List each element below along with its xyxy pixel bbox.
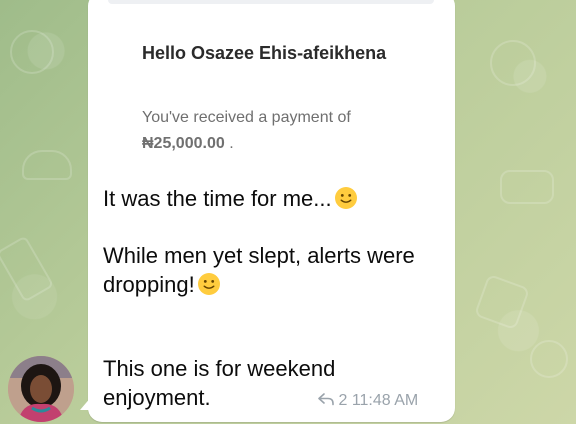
- message-bubble-tail: [80, 396, 92, 410]
- slightly-smiling-face-icon: [197, 273, 220, 295]
- doodle-cake-icon: [22, 150, 72, 180]
- message-line: It was the time for me...: [103, 184, 358, 213]
- doodle-pencil-icon: [0, 235, 55, 303]
- slightly-smiling-face-icon: [334, 187, 357, 209]
- doodle-car-icon: [500, 170, 554, 204]
- payment-amount-suffix: .: [229, 135, 234, 152]
- message-text: It was the time for me...: [103, 186, 332, 211]
- replies-indicator[interactable]: 2: [318, 392, 347, 409]
- sender-avatar[interactable]: [8, 356, 74, 422]
- email-greeting: Hello Osazee Ehis-afeikhena: [142, 43, 387, 63]
- doodle-balloon-icon: [10, 30, 54, 74]
- doodle-flower-icon: [490, 40, 536, 86]
- doodle-sun-icon: [530, 340, 568, 378]
- payment-text: You've received a payment of: [142, 109, 351, 126]
- payment-amount-line: ₦25,000.00 .: [142, 133, 234, 155]
- message-line: While men yet slept, alerts were droppin…: [103, 241, 448, 299]
- avatar-photo: [8, 356, 74, 422]
- message-time: 11:48 AM: [351, 392, 419, 409]
- doodle-gift-icon: [473, 273, 531, 331]
- message-text: While men yet slept, alerts were droppin…: [103, 243, 415, 297]
- payment-amount: ₦25,000.00: [142, 135, 225, 152]
- reply-arrow-icon: [318, 393, 334, 406]
- reply-count: 2: [338, 392, 348, 409]
- message-meta: 2 11:48 AM: [318, 392, 418, 410]
